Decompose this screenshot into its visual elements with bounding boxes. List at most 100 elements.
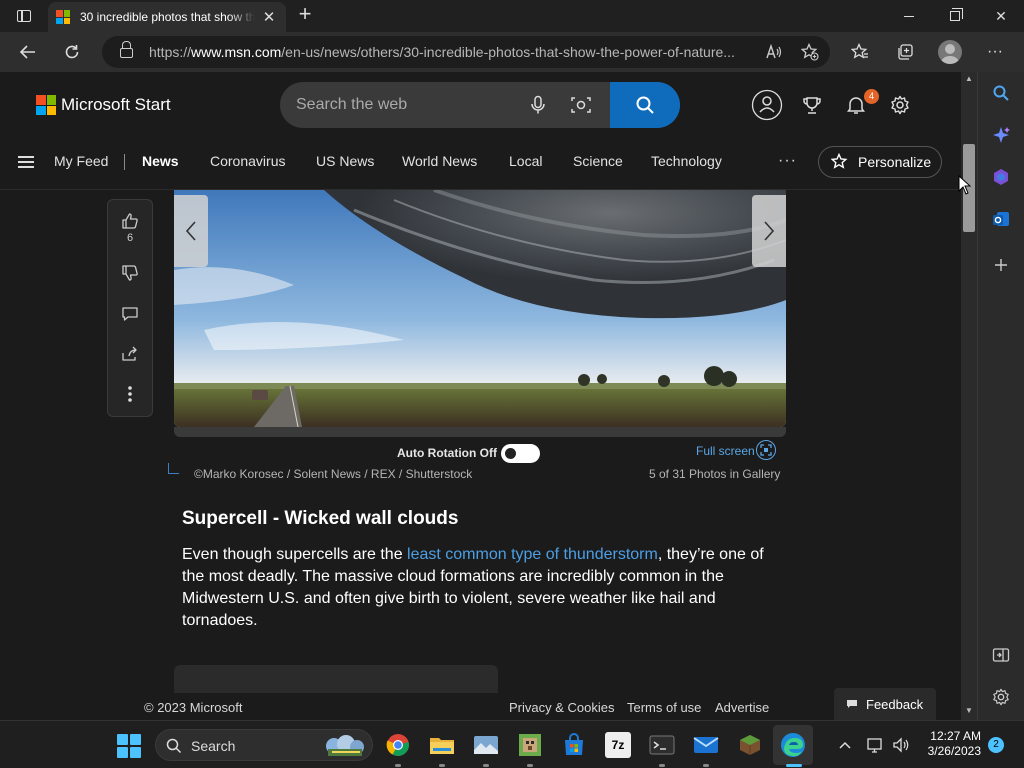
- settings-more-icon[interactable]: ···: [983, 40, 1007, 64]
- show-hidden-icons-chevron-up-icon[interactable]: [836, 737, 854, 753]
- back-icon[interactable]: [13, 38, 43, 66]
- close-tab-icon[interactable]: ✕: [260, 8, 278, 26]
- brand-name[interactable]: Microsoft Start: [61, 95, 171, 115]
- privacy-link[interactable]: Privacy & Cookies: [509, 700, 614, 715]
- sidebar-add-icon[interactable]: [990, 254, 1012, 276]
- url-text[interactable]: https://www.msn.com/en-us/news/others/30…: [149, 44, 757, 60]
- sidebar-games-icon[interactable]: [990, 166, 1012, 188]
- slide-body-text: Even though supercells are the least com…: [182, 546, 764, 629]
- nav-more-icon[interactable]: ···: [778, 152, 797, 170]
- photo-credit: ©Marko Korosec / Solent News / REX / Shu…: [194, 467, 473, 481]
- chevron-right-icon: [764, 221, 775, 241]
- auto-rotation-toggle[interactable]: [501, 444, 540, 463]
- feedback-button[interactable]: Feedback: [834, 688, 936, 720]
- sidebar-outlook-icon[interactable]: [990, 208, 1012, 230]
- scroll-down-icon[interactable]: ▼: [964, 706, 974, 715]
- address-bar[interactable]: https://www.msn.com/en-us/news/others/30…: [102, 36, 830, 68]
- nav-item-my-feed[interactable]: My Feed: [54, 153, 108, 169]
- previous-photo-button[interactable]: [174, 195, 208, 267]
- taskbar-clock[interactable]: 12:27 AM 3/26/2023: [921, 729, 981, 759]
- terms-link[interactable]: Terms of use: [627, 700, 701, 715]
- close-window-button[interactable]: ✕: [978, 0, 1024, 32]
- advertise-link[interactable]: Advertise: [715, 700, 769, 715]
- sidebar-copilot-icon[interactable]: [990, 124, 1012, 146]
- taskbar-search-box[interactable]: Search: [155, 729, 373, 761]
- 7zip-icon[interactable]: 7z: [605, 732, 631, 758]
- microsoft-store-icon[interactable]: [561, 732, 587, 758]
- account-icon[interactable]: [751, 89, 783, 121]
- thunderstorm-link[interactable]: least common type of thunderstorm: [407, 546, 658, 563]
- network-icon[interactable]: [866, 737, 884, 753]
- minecraft-icon[interactable]: [737, 732, 763, 758]
- new-tab-icon[interactable]: +: [294, 3, 316, 26]
- gallery-counter: 5 of 31 Photos in Gallery: [649, 467, 781, 481]
- chrome-icon[interactable]: [385, 732, 411, 758]
- share-icon: [122, 346, 137, 361]
- like-count: 6: [126, 232, 134, 244]
- chevron-left-icon: [185, 221, 196, 241]
- credit-corner-mark: [168, 463, 179, 474]
- feedback-label: Feedback: [866, 696, 924, 712]
- dislike-button[interactable]: [108, 259, 152, 287]
- tab-actions-icon[interactable]: [8, 6, 40, 26]
- gallery-photo: [174, 190, 786, 427]
- start-windows-icon[interactable]: [117, 734, 141, 758]
- active-tab[interactable]: 30 incredible photos that show the power…: [48, 2, 286, 32]
- sidebar-search-icon[interactable]: [990, 82, 1012, 104]
- personalize-button[interactable]: Personalize: [818, 146, 942, 178]
- profile-avatar[interactable]: [938, 40, 962, 64]
- clock-date: 3/26/2023: [927, 744, 981, 758]
- nav-item-us-news[interactable]: US News: [316, 153, 374, 169]
- fullscreen-icon[interactable]: [756, 440, 776, 460]
- edge-icon[interactable]: [780, 732, 806, 758]
- sidebar-settings-icon[interactable]: [990, 686, 1012, 708]
- menu-hamburger-icon[interactable]: [18, 156, 34, 168]
- comment-icon: [122, 307, 138, 321]
- terminal-icon[interactable]: [649, 732, 675, 758]
- scroll-up-icon[interactable]: ▲: [964, 74, 974, 83]
- restore-button[interactable]: [932, 0, 978, 32]
- comment-button[interactable]: [108, 300, 152, 328]
- launcher-running-indicator: [527, 764, 533, 767]
- notification-center-badge[interactable]: 2: [988, 737, 1004, 753]
- nav-item-technology[interactable]: Technology: [651, 153, 722, 169]
- personalize-star-icon: [831, 153, 848, 169]
- collections-icon[interactable]: [893, 40, 917, 64]
- favorites-icon[interactable]: [848, 40, 872, 64]
- nav-item-news[interactable]: News: [142, 153, 179, 169]
- photo-progress-bar: [174, 427, 786, 437]
- refresh-icon[interactable]: [57, 38, 87, 66]
- page-scrollbar[interactable]: ▲ ▼: [961, 72, 977, 720]
- volume-icon[interactable]: [892, 737, 910, 753]
- microsoft-logo-icon[interactable]: [36, 95, 56, 115]
- sidebar-hide-icon[interactable]: [990, 644, 1012, 666]
- auto-rotation-label: Auto Rotation Off: [397, 446, 497, 460]
- mail-running-indicator: [703, 764, 709, 767]
- next-photo-button[interactable]: [752, 195, 786, 267]
- file-explorer-icon[interactable]: [429, 732, 455, 758]
- mail-icon[interactable]: [693, 732, 719, 758]
- nav-item-local[interactable]: Local: [509, 153, 542, 169]
- lock-icon[interactable]: [120, 41, 133, 58]
- search-button[interactable]: [610, 82, 680, 128]
- web-search-box[interactable]: Search the web: [280, 82, 680, 128]
- rewards-trophy-icon[interactable]: [796, 89, 828, 121]
- nav-item-coronavirus[interactable]: Coronavirus: [210, 153, 285, 169]
- minecraft-launcher-icon[interactable]: [517, 732, 543, 758]
- share-button[interactable]: [108, 340, 152, 368]
- like-button[interactable]: 6: [108, 208, 152, 248]
- fullscreen-link[interactable]: Full screen: [696, 444, 755, 458]
- search-input[interactable]: Search the web: [296, 96, 407, 114]
- nav-item-science[interactable]: Science: [573, 153, 623, 169]
- chrome-running-indicator: [395, 764, 401, 767]
- more-options-button[interactable]: [108, 380, 152, 408]
- visual-search-icon[interactable]: [570, 95, 592, 115]
- microphone-icon[interactable]: [528, 95, 548, 115]
- minimize-button[interactable]: [886, 0, 932, 32]
- settings-gear-icon[interactable]: [884, 89, 916, 121]
- add-favorite-icon[interactable]: [799, 42, 821, 62]
- nav-item-world-news[interactable]: World News: [402, 153, 477, 169]
- photos-icon[interactable]: [473, 732, 499, 758]
- slide-headline: Supercell - Wicked wall clouds: [182, 508, 459, 529]
- read-aloud-icon[interactable]: [763, 42, 785, 62]
